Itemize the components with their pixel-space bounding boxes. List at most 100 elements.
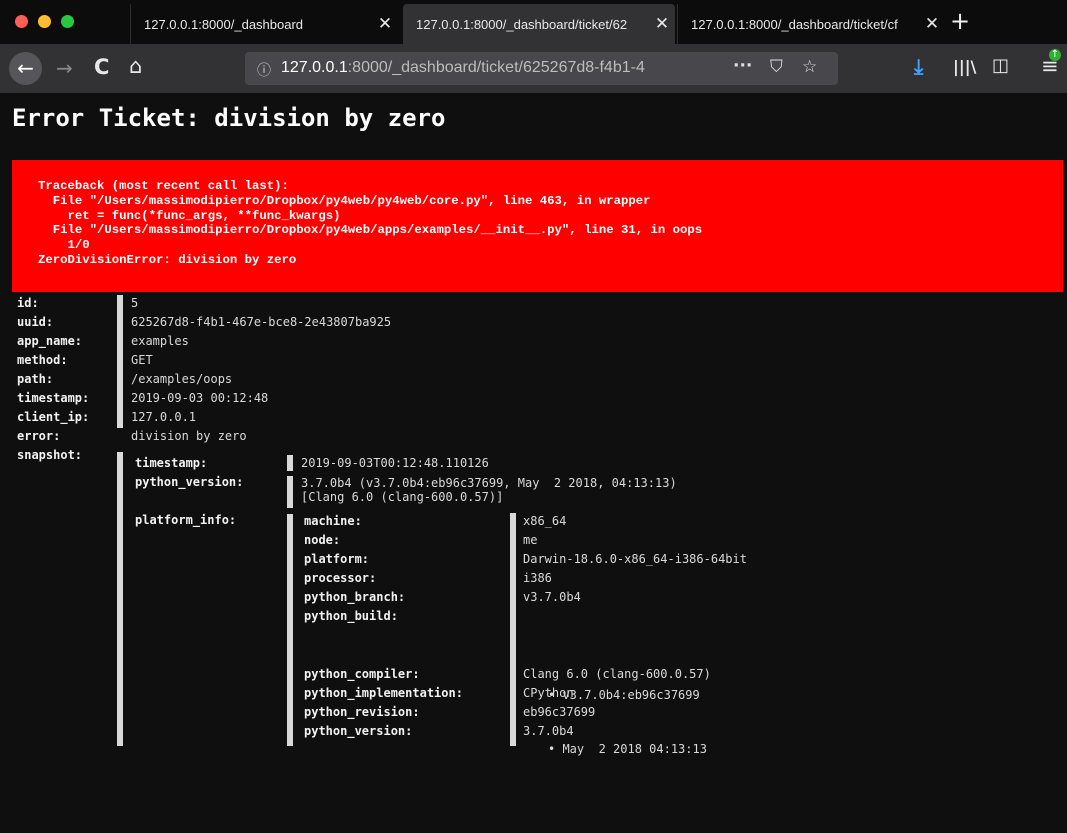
row-value: 2019-09-03 00:12:48 bbox=[131, 391, 269, 405]
reload-icon[interactable]: C bbox=[94, 55, 109, 79]
home-icon[interactable]: ⌂ bbox=[129, 54, 142, 78]
value-separator-bar bbox=[287, 514, 293, 746]
row-key: client_ip: bbox=[17, 410, 90, 424]
row-key: snapshot: bbox=[17, 448, 83, 462]
ticket-row-method: method: GET bbox=[17, 351, 1057, 370]
row-value: 5 bbox=[131, 296, 139, 310]
tab-title: 127.0.0.1:8000/_dashboard/ticket/cf bbox=[691, 16, 898, 32]
row-key: python_compiler: bbox=[304, 667, 420, 681]
row-value: 2019-09-03T00:12:48.110126 bbox=[301, 456, 489, 470]
url-path: :8000/_dashboard/ticket/625267d8-f4b1-4 bbox=[347, 59, 645, 76]
close-icon[interactable]: ✕ bbox=[919, 14, 945, 34]
value-separator-bar bbox=[287, 476, 293, 508]
row-value: Darwin-18.6.0-x86_64-i386-64bit bbox=[523, 552, 747, 566]
platform-row: node: me bbox=[304, 531, 1044, 550]
traceback-line: File "/Users/massimodipierro/Dropbox/py4… bbox=[38, 223, 703, 238]
traceback-line: ret = func(*func_args, **func_kwargs) bbox=[38, 208, 341, 223]
window-minimize-button[interactable] bbox=[38, 15, 51, 28]
row-key: platform_info: bbox=[135, 513, 237, 527]
row-key: id: bbox=[17, 296, 39, 310]
traceback-line: ZeroDivisionError: division by zero bbox=[38, 252, 297, 267]
row-value: GET bbox=[131, 353, 153, 367]
sidebar-icon[interactable]: ◫ bbox=[992, 55, 1009, 76]
forward-icon[interactable]: → bbox=[56, 56, 73, 80]
row-key: timestamp: bbox=[135, 456, 208, 470]
ticket-row-id: id: 5 bbox=[17, 294, 1057, 313]
address-bar[interactable]: ⓘ 127.0.0.1:8000/_dashboard/ticket/62526… bbox=[245, 52, 838, 85]
ticket-row-uuid: uuid: 625267d8-f4b1-467e-bce8-2e43807ba9… bbox=[17, 313, 1057, 332]
info-icon[interactable]: ⓘ bbox=[257, 60, 271, 80]
update-badge-icon: ↑ bbox=[1049, 49, 1061, 61]
python-build-value: May 2 2018 04:13:13 bbox=[562, 742, 707, 756]
platform-row: python_implementation: CPython bbox=[304, 684, 1044, 703]
tab-dashboard[interactable]: 127.0.0.1:8000/_dashboard ✕ bbox=[130, 4, 398, 44]
ticket-row-client-ip: client_ip: 127.0.0.1 bbox=[17, 408, 1057, 427]
library-icon[interactable]: |||\ bbox=[953, 57, 976, 76]
platform-row: processor: i386 bbox=[304, 569, 1044, 588]
download-icon[interactable]: ⤓ bbox=[914, 55, 923, 80]
window-zoom-button[interactable] bbox=[61, 15, 74, 28]
ticket-details-table: id: 5 uuid: 625267d8-f4b1-467e-bce8-2e43… bbox=[17, 294, 1057, 465]
platform-row-python-build: python_build: • v3.7.0b4:eb96c37699 • Ma… bbox=[304, 607, 1044, 756]
row-value: /examples/oops bbox=[131, 372, 233, 386]
row-key: node: bbox=[304, 533, 341, 547]
row-key: error: bbox=[17, 429, 61, 443]
python-version-line: 3.7.0b4 (v3.7.0b4:eb96c37699, May 2 2018… bbox=[301, 476, 677, 490]
window-close-button[interactable] bbox=[15, 15, 28, 28]
ticket-row-timestamp: timestamp: 2019-09-03 00:12:48 bbox=[17, 389, 1057, 408]
row-key: timestamp: bbox=[17, 391, 90, 405]
platform-row: python_revision: eb96c37699 bbox=[304, 703, 1044, 722]
row-value: eb96c37699 bbox=[523, 705, 596, 719]
row-key: python_version: bbox=[135, 475, 244, 489]
row-value: division by zero bbox=[131, 429, 247, 443]
platform-row: machine: x86_64 bbox=[304, 512, 1044, 531]
row-value: CPython bbox=[523, 686, 574, 700]
ticket-row-app-name: app_name: examples bbox=[17, 332, 1057, 351]
value-separator-bar bbox=[117, 452, 123, 746]
new-tab-plus-icon[interactable]: + bbox=[950, 7, 970, 35]
row-key: processor: bbox=[304, 571, 377, 585]
value-separator-bar bbox=[510, 513, 516, 746]
close-icon[interactable]: ✕ bbox=[372, 14, 398, 34]
row-key: python_build: bbox=[304, 609, 398, 623]
row-key: platform: bbox=[304, 552, 370, 566]
back-icon[interactable]: ← bbox=[9, 52, 42, 85]
close-icon[interactable]: ✕ bbox=[649, 14, 675, 34]
row-value: x86_64 bbox=[523, 514, 567, 528]
tab-strip: 127.0.0.1:8000/_dashboard ✕ 127.0.0.1:80… bbox=[0, 0, 1067, 44]
row-value: 127.0.0.1 bbox=[131, 410, 197, 424]
row-value: 3.7.0b4 bbox=[523, 724, 574, 738]
tab-ticket-2[interactable]: 127.0.0.1:8000/_dashboard/ticket/cf ✕ bbox=[677, 4, 945, 44]
row-key: machine: bbox=[304, 514, 362, 528]
row-key: python_branch: bbox=[304, 590, 406, 604]
navigation-toolbar: ← → C ⌂ ⓘ 127.0.0.1:8000/_dashboard/tick… bbox=[0, 44, 1067, 94]
value-separator-bar bbox=[287, 455, 293, 471]
list-item: • May 2 2018 04:13:13 bbox=[548, 742, 707, 756]
bookmark-star-icon[interactable]: ☆ bbox=[802, 57, 817, 77]
url-host: 127.0.0.1 bbox=[281, 59, 348, 76]
traceback-line: Traceback (most recent call last): bbox=[38, 179, 289, 193]
python-version-line: [Clang 6.0 (clang-600.0.57)] bbox=[301, 490, 504, 504]
more-icon[interactable]: ··· bbox=[733, 56, 752, 76]
url-text[interactable]: 127.0.0.1:8000/_dashboard/ticket/625267d… bbox=[281, 59, 691, 77]
row-key: python_version: bbox=[304, 724, 413, 738]
snapshot-row-python-version: python_version: 3.7.0b4 (v3.7.0b4:eb96c3… bbox=[135, 473, 1045, 511]
tab-title: 127.0.0.1:8000/_dashboard bbox=[144, 16, 304, 32]
platform-row: python_branch: v3.7.0b4 bbox=[304, 588, 1044, 607]
row-value: 3.7.0b4 (v3.7.0b4:eb96c37699, May 2 2018… bbox=[301, 476, 677, 504]
traceback-line: 1/0 bbox=[38, 238, 90, 253]
platform-row: platform: Darwin-18.6.0-x86_64-i386-64bi… bbox=[304, 550, 1044, 569]
platform-row: python_version: 3.7.0b4 bbox=[304, 722, 1044, 741]
row-value: 625267d8-f4b1-467e-bce8-2e43807ba925 bbox=[131, 315, 392, 329]
row-key: path: bbox=[17, 372, 54, 386]
traceback-line: File "/Users/massimodipierro/Dropbox/py4… bbox=[38, 193, 651, 208]
row-key: python_implementation: bbox=[304, 686, 463, 700]
row-key: app_name: bbox=[17, 334, 83, 348]
tab-ticket-active[interactable]: 127.0.0.1:8000/_dashboard/ticket/62 ✕ bbox=[403, 4, 675, 44]
traceback-box: Traceback (most recent call last): File … bbox=[12, 160, 1063, 292]
platform-row: python_compiler: Clang 6.0 (clang-600.0.… bbox=[304, 665, 1044, 684]
pocket-icon[interactable]: ⛉ bbox=[770, 57, 783, 77]
ticket-row-error: error: division by zero bbox=[17, 427, 1057, 446]
row-value: Clang 6.0 (clang-600.0.57) bbox=[523, 667, 711, 681]
ticket-row-path: path: /examples/oops bbox=[17, 370, 1057, 389]
